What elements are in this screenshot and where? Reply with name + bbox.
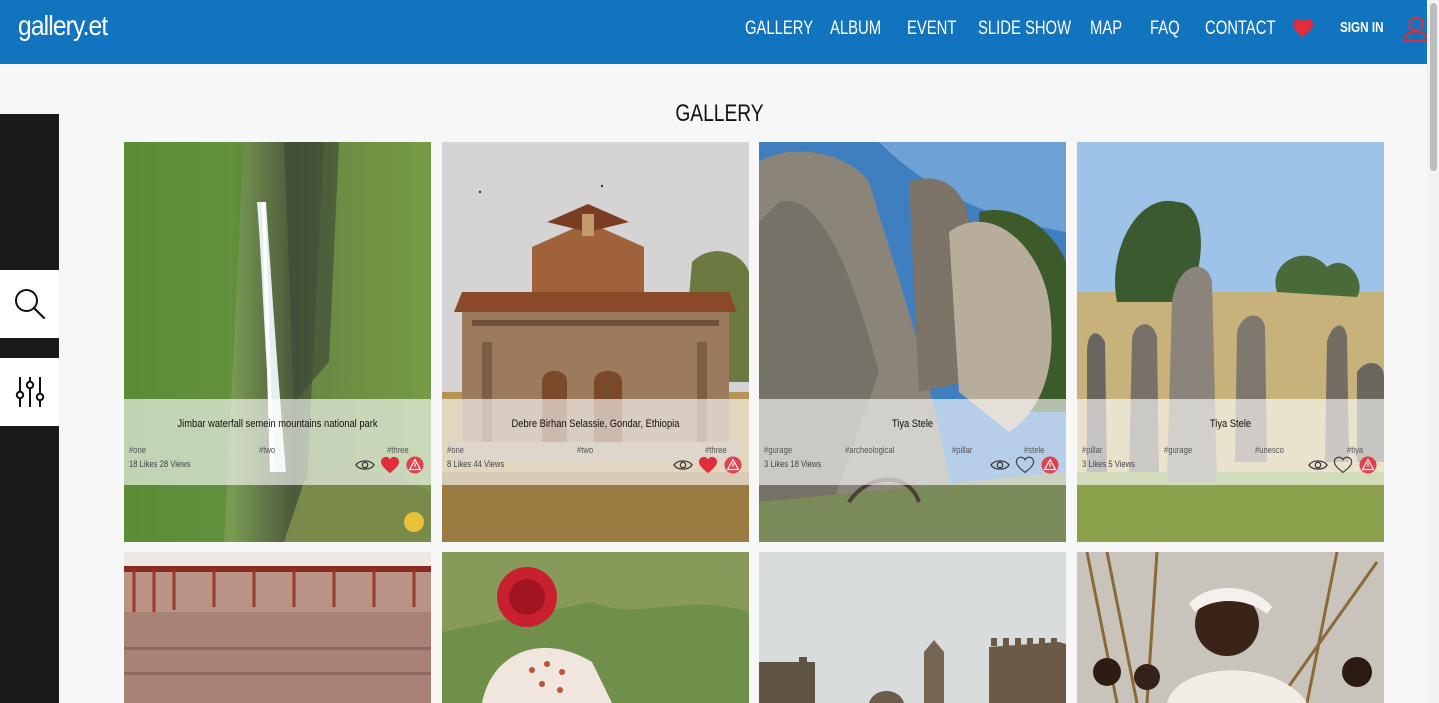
card-title: Tiya Stele [1209, 418, 1252, 430]
sign-in-link[interactable]: SIGN IN [1340, 19, 1384, 36]
user-account-icon[interactable] [1402, 15, 1430, 43]
tag[interactable]: #archeological [845, 445, 894, 455]
tag[interactable]: #unesco [1255, 445, 1284, 455]
nav-album[interactable]: ALBUM [830, 18, 881, 40]
report-warning-icon[interactable] [723, 456, 743, 474]
view-eye-icon[interactable] [355, 456, 375, 474]
site-logo[interactable]: gallery.et [18, 10, 108, 42]
search-icon [14, 289, 45, 320]
castle-photo [759, 552, 1066, 703]
gallery-card[interactable] [124, 552, 431, 703]
filter-button[interactable] [0, 358, 59, 426]
like-heart-outline-icon[interactable] [1333, 456, 1353, 474]
nav-faq[interactable]: FAQ [1150, 18, 1180, 40]
tag[interactable]: #gurage [1164, 445, 1192, 455]
report-warning-icon[interactable] [405, 456, 425, 474]
card-actions [355, 456, 425, 474]
tag[interactable]: #stele [1024, 445, 1044, 455]
report-warning-icon[interactable] [1358, 456, 1378, 474]
rock-hewn-site-photo [124, 552, 431, 703]
card-stats: 18 Likes 28 Views [129, 459, 191, 469]
card-stats: 8 Likes 44 Views [447, 459, 505, 469]
card-tags: #pillar #gurage #unesco #tiya [1082, 445, 1366, 455]
gallery-card[interactable]: Debre Birhan Selassie, Gondar, Ethiopia … [442, 142, 749, 542]
tag[interactable]: #one [447, 445, 464, 455]
gallery-card[interactable] [1077, 552, 1384, 703]
like-heart-icon[interactable] [698, 456, 718, 474]
card-info-overlay: Tiya Stele #gurage #archeological #pilla… [759, 399, 1066, 485]
flowers-basket-photo [442, 552, 749, 703]
festival-crowd-photo [1077, 552, 1384, 703]
card-info-overlay: Jimbar waterfall semein mountains nation… [124, 399, 431, 485]
card-actions [1308, 456, 1378, 474]
nav-slide-show[interactable]: SLIDE SHOW [978, 18, 1071, 40]
gallery-card[interactable] [442, 552, 749, 703]
tag[interactable]: #pillar [952, 445, 972, 455]
top-navbar: gallery.et GALLERY ALBUM EVENT SLIDE SHO… [0, 0, 1439, 64]
tag[interactable]: #pillar [1082, 445, 1102, 455]
nav-gallery[interactable]: GALLERY [745, 18, 813, 40]
card-stats: 3 Likes 5 Views [1082, 459, 1136, 469]
card-title: Tiya Stele [891, 418, 934, 430]
tag[interactable]: #one [129, 445, 146, 455]
nav-contact[interactable]: CONTACT [1205, 18, 1276, 40]
view-eye-icon[interactable] [990, 456, 1010, 474]
gallery-heading: GALLERY [675, 100, 764, 127]
like-heart-outline-icon[interactable] [1015, 456, 1035, 474]
sliders-filter-icon [15, 377, 44, 407]
report-warning-icon[interactable] [1040, 456, 1060, 474]
view-eye-icon[interactable] [1308, 456, 1328, 474]
gallery-card[interactable]: Tiya Stele #gurage #archeological #pilla… [759, 142, 1066, 542]
card-info-overlay: Tiya Stele #pillar #gurage #unesco #tiya… [1077, 399, 1384, 485]
nav-event[interactable]: EVENT [907, 18, 956, 40]
nav-map[interactable]: MAP [1090, 18, 1122, 40]
gallery-card[interactable] [759, 552, 1066, 703]
view-eye-icon[interactable] [673, 456, 693, 474]
favorites-heart-icon[interactable] [1292, 18, 1314, 38]
card-actions [990, 456, 1060, 474]
tag[interactable]: #three [705, 445, 727, 455]
gallery-card[interactable]: Jimbar waterfall semein mountains nation… [124, 142, 431, 542]
card-tags: #one #two #three [447, 445, 731, 455]
scrollbar-thumb[interactable] [1430, 3, 1437, 171]
like-heart-icon[interactable] [380, 456, 400, 474]
card-actions [673, 456, 743, 474]
tag[interactable]: #tiya [1347, 445, 1363, 455]
card-tags: #one #two #three [129, 445, 413, 455]
card-title: Debre Birhan Selassie, Gondar, Ethiopia [511, 418, 680, 430]
tag[interactable]: #three [387, 445, 409, 455]
card-stats: 3 Likes 18 Views [764, 459, 822, 469]
card-tags: #gurage #archeological #pillar #stele [764, 445, 1048, 455]
tag[interactable]: #gurage [764, 445, 792, 455]
card-title: Jimbar waterfall semein mountains nation… [177, 418, 378, 430]
tag[interactable]: #two [577, 445, 593, 455]
card-info-overlay: Debre Birhan Selassie, Gondar, Ethiopia … [442, 399, 749, 485]
tag[interactable]: #two [259, 445, 275, 455]
search-button[interactable] [0, 270, 59, 338]
gallery-card[interactable]: Tiya Stele #pillar #gurage #unesco #tiya… [1077, 142, 1384, 542]
